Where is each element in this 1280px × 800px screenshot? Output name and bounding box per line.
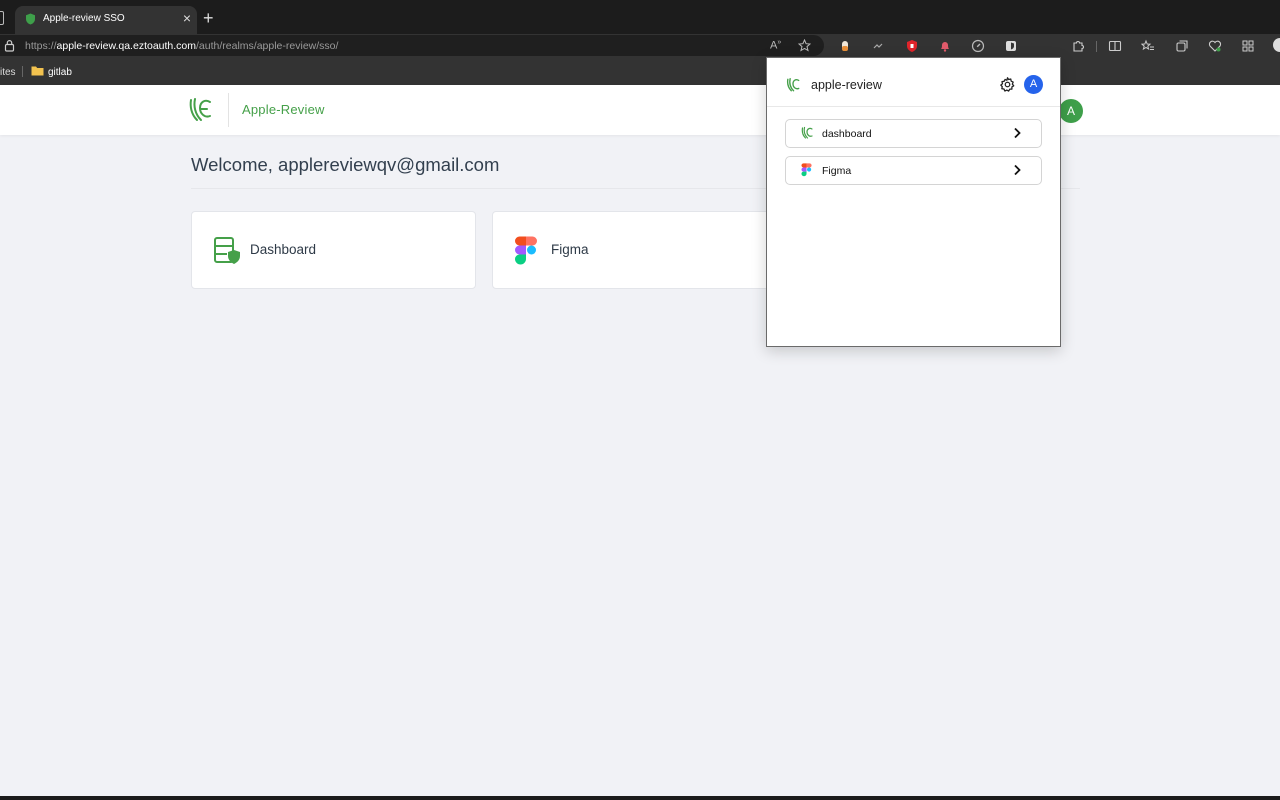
app-header: Apple-Review A bbox=[0, 85, 1280, 135]
extension-popup: apple-review A dashboard Figma bbox=[766, 57, 1061, 347]
header-divider bbox=[228, 93, 229, 127]
favorites-icon[interactable] bbox=[1141, 39, 1155, 53]
welcome-heading: Welcome, applereviewqv@gmail.com bbox=[191, 154, 500, 175]
eztoauth-logo-icon[interactable] bbox=[188, 96, 212, 124]
new-tab-button[interactable]: + bbox=[203, 9, 214, 27]
url-path: /auth/realms/apple-review/sso/ bbox=[196, 40, 339, 52]
popup-app-figma[interactable]: Figma bbox=[785, 156, 1042, 185]
brand-name: Apple-Review bbox=[242, 102, 325, 117]
popup-user-avatar[interactable]: A bbox=[1024, 75, 1043, 94]
tab-actions-icon[interactable] bbox=[0, 11, 4, 25]
split-screen-icon[interactable] bbox=[1108, 39, 1122, 53]
apps-grid-icon[interactable] bbox=[1241, 39, 1255, 53]
collections-icon[interactable] bbox=[1175, 39, 1189, 53]
url-scheme: https:// bbox=[25, 40, 57, 52]
figma-icon bbox=[801, 163, 812, 177]
favorite-star-icon[interactable] bbox=[798, 39, 811, 52]
app-card-label: Dashboard bbox=[250, 242, 317, 257]
active-tab[interactable]: Apple-review SSO × bbox=[15, 6, 197, 34]
url-host: apple-review.qa.eztoauth.com bbox=[56, 40, 197, 52]
folder-icon bbox=[31, 66, 44, 76]
shield-favicon-icon bbox=[26, 13, 35, 25]
browser-essentials-icon[interactable] bbox=[1208, 39, 1222, 53]
user-avatar[interactable]: A bbox=[1059, 99, 1083, 123]
adblock-extension-icon[interactable] bbox=[905, 39, 919, 53]
gear-icon[interactable] bbox=[999, 76, 1016, 93]
chevron-right-icon bbox=[1014, 127, 1021, 139]
popup-header: apple-review A bbox=[767, 58, 1060, 107]
address-bar: https://apple-review.qa.eztoauth.com/aut… bbox=[0, 34, 1280, 90]
bookmark-sites[interactable]: ites bbox=[0, 67, 16, 78]
bell-extension-icon[interactable] bbox=[938, 39, 952, 53]
puzzle-extensions-icon[interactable] bbox=[1071, 39, 1085, 53]
url-input[interactable]: https://apple-review.qa.eztoauth.com/aut… bbox=[0, 35, 824, 56]
compass-extension-icon[interactable] bbox=[971, 39, 985, 53]
tab-title: Apple-review SSO bbox=[43, 13, 125, 24]
wifi-extension-icon[interactable] bbox=[871, 39, 885, 53]
popup-app-dashboard[interactable]: dashboard bbox=[785, 119, 1042, 148]
popup-app-label: Figma bbox=[822, 165, 852, 177]
eztoauth-logo-icon bbox=[786, 78, 800, 92]
tab-strip: Apple-review SSO × + bbox=[0, 0, 1280, 34]
popup-title: apple-review bbox=[811, 78, 882, 92]
bookmarks-divider bbox=[22, 66, 23, 77]
app-card-figma[interactable]: Figma bbox=[492, 211, 777, 289]
app-card-dashboard[interactable]: Dashboard bbox=[191, 211, 476, 289]
dashboard-shield-icon bbox=[214, 237, 240, 264]
url-text: https://apple-review.qa.eztoauth.com/aut… bbox=[25, 40, 338, 52]
bookmark-gitlab[interactable]: gitlab bbox=[48, 67, 72, 78]
bookmarks-bar: ites gitlab bbox=[0, 57, 1280, 85]
toolbar-divider bbox=[1096, 41, 1097, 52]
read-aloud-icon[interactable]: A» bbox=[770, 39, 781, 52]
bitwarden-extension-icon[interactable] bbox=[1004, 39, 1018, 53]
pill-extension-icon[interactable] bbox=[838, 39, 852, 53]
eztoauth-logo-icon bbox=[801, 126, 813, 139]
lock-icon[interactable] bbox=[4, 39, 15, 52]
popup-app-label: dashboard bbox=[822, 128, 872, 140]
chevron-right-icon bbox=[1014, 164, 1021, 176]
profile-avatar-icon[interactable] bbox=[1273, 38, 1280, 52]
app-card-label: Figma bbox=[551, 242, 589, 257]
figma-icon bbox=[515, 236, 537, 265]
window-bottom-edge bbox=[0, 796, 1280, 800]
tab-close-button[interactable]: × bbox=[183, 11, 191, 25]
